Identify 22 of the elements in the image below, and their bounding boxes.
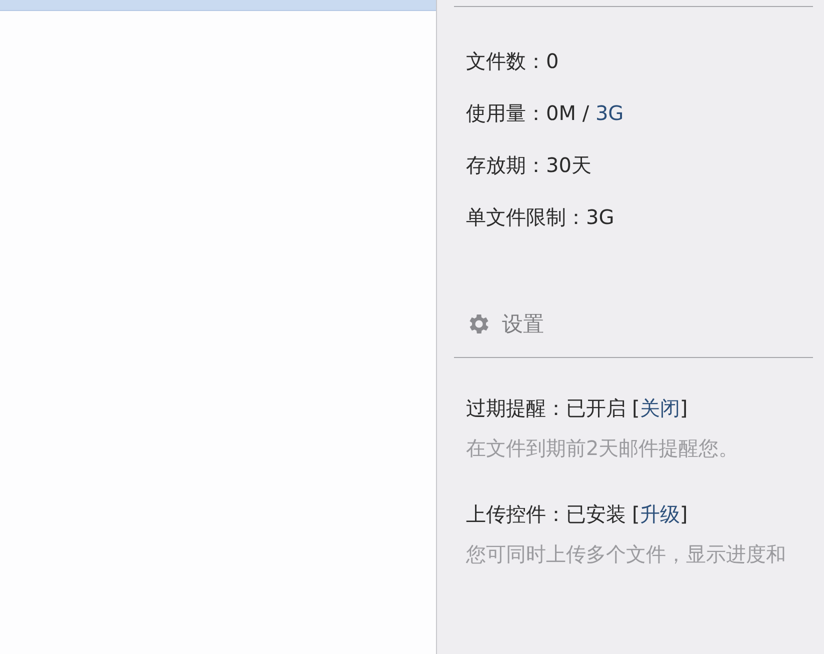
stat-label: 使用量： [466, 101, 546, 125]
setting-label: 上传控件： [466, 502, 566, 526]
bracket: ] [680, 502, 688, 526]
stat-value: 3G [586, 205, 614, 229]
quota-link[interactable]: 3G [595, 101, 624, 125]
setting-label: 过期提醒： [466, 396, 566, 420]
setting-action-link[interactable]: 关闭 [640, 396, 680, 420]
stat-label: 单文件限制： [466, 205, 586, 229]
stat-label: 存放期： [466, 153, 546, 177]
bracket: [ [632, 396, 640, 420]
setting-note: 在文件到期前2天邮件提醒您。 [466, 435, 740, 462]
stat-value: 0 [546, 49, 559, 73]
bracket: [ [632, 502, 640, 526]
setting-note: 您可同时上传多个文件，显示进度和 [466, 541, 787, 568]
bracket: ] [680, 396, 688, 420]
setting-status: 已安装 [566, 502, 626, 526]
setting-action-link[interactable]: 升级 [640, 502, 680, 526]
setting-status: 已开启 [566, 396, 626, 420]
stat-value: 30天 [546, 153, 592, 177]
stat-value: 0M / [546, 101, 590, 125]
stat-label: 文件数： [466, 49, 546, 73]
settings-heading: 设置 [502, 311, 544, 338]
